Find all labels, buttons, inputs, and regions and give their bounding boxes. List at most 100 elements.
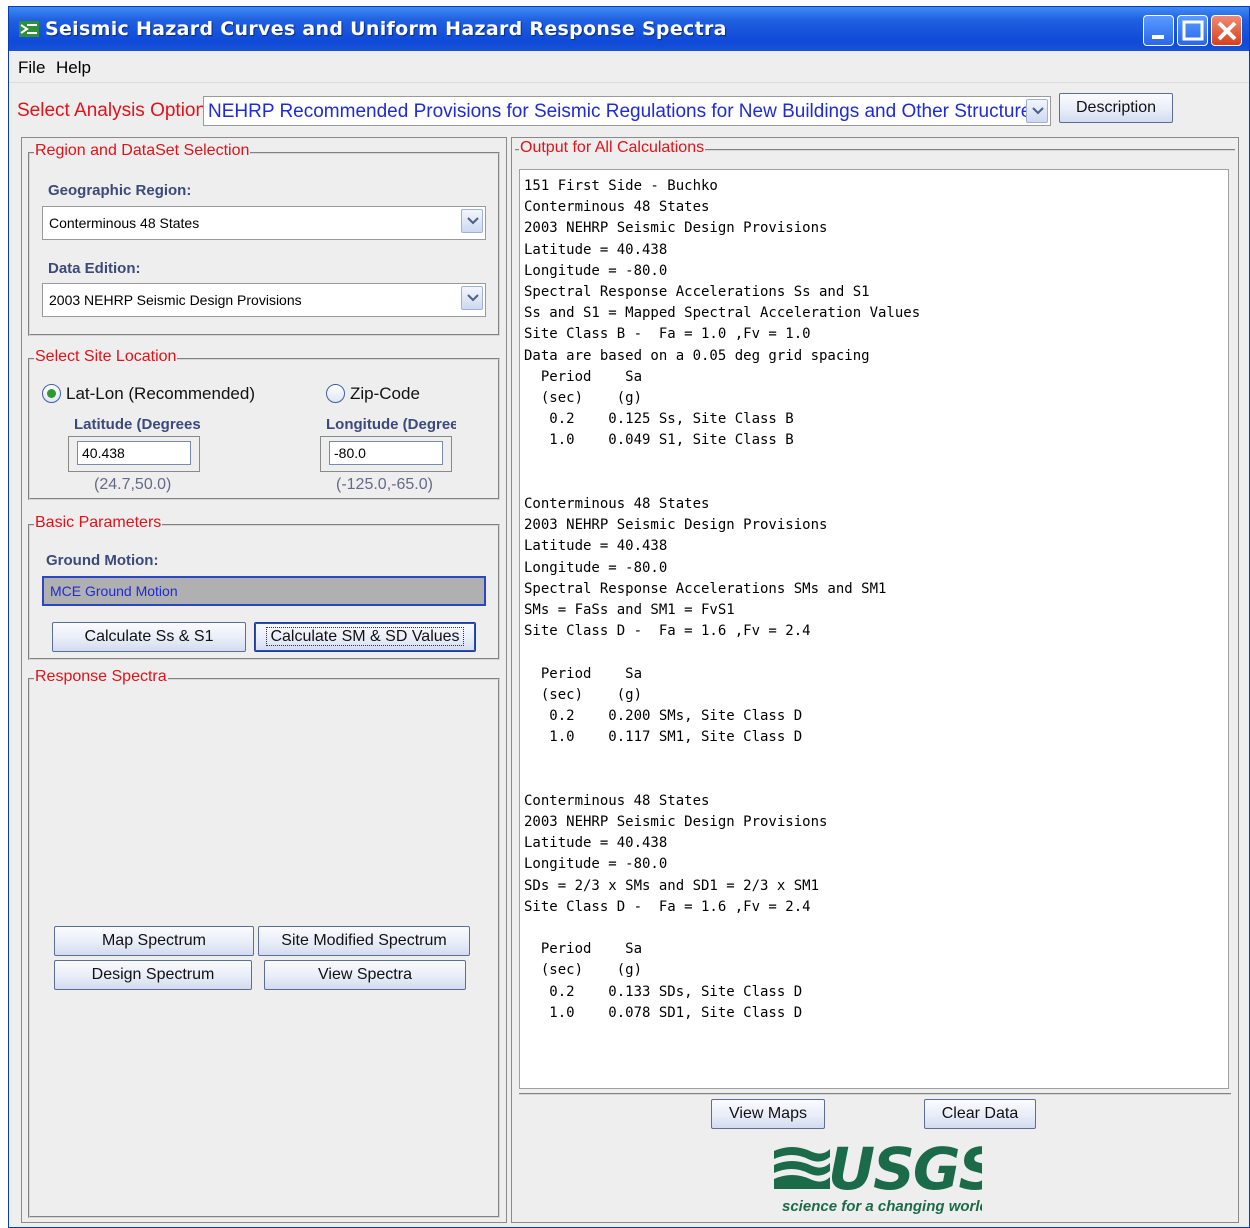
site-modified-spectrum-button[interactable]: Site Modified Spectrum — [258, 926, 470, 956]
title-bar[interactable]: Seismic Hazard Curves and Uniform Hazard… — [9, 7, 1249, 51]
output-line: (sec) (g) — [524, 390, 643, 406]
calculate-sm-sd-button[interactable]: Calculate SM & SD Values — [254, 622, 476, 652]
minimize-button[interactable] — [1143, 15, 1174, 46]
zipcode-radio[interactable] — [326, 384, 345, 403]
output-line: Period Sa — [524, 665, 643, 682]
output-line: Ss and S1 = Mapped Spectral Acceleration… — [524, 305, 921, 322]
output-line: Latitude = 40.438 — [524, 835, 668, 852]
chevron-down-icon — [467, 217, 479, 225]
map-spectrum-label: Map Spectrum — [101, 932, 207, 949]
minimize-icon — [1152, 35, 1164, 39]
map-spectrum-button[interactable]: Map Spectrum — [54, 926, 254, 956]
svg-text:USGS: USGS — [828, 1139, 982, 1203]
maximize-icon — [1182, 20, 1204, 41]
site-location-group: Select Site Location Lat-Lon (Recommende… — [28, 348, 500, 500]
geographic-region-select[interactable]: Conterminous 48 States — [42, 206, 486, 240]
response-spectra-legend: Response Spectra — [34, 668, 168, 686]
calculate-ss-s1-button[interactable]: Calculate Ss & S1 — [52, 622, 246, 652]
longitude-input[interactable]: -80.0 — [329, 441, 443, 465]
analysis-option-label: Select Analysis Option: — [17, 100, 212, 121]
menu-help[interactable]: Help — [56, 58, 91, 78]
output-line: Longitude = -80.0 — [524, 559, 668, 576]
output-line: Spectral Response Accelerations SMs and … — [524, 580, 887, 597]
data-edition-value: 2003 NEHRP Seismic Design Provisions — [49, 292, 302, 308]
output-line: Latitude = 40.438 — [524, 241, 668, 258]
latlon-radio-label[interactable]: Lat-Lon (Recommended) — [66, 384, 255, 404]
latitude-label: Latitude (Degrees — [74, 416, 201, 433]
output-line: SDs = 2/3 x SMs and SD1 = 2/3 x SM1 — [524, 877, 820, 894]
calculate-sm-sd-label: Calculate SM & SD Values — [266, 627, 464, 646]
usgs-logo: USGS science for a changing world — [774, 1139, 982, 1215]
data-edition-select[interactable]: 2003 NEHRP Seismic Design Provisions — [42, 283, 486, 317]
output-line: 151 First Side - Buchko — [524, 178, 718, 194]
close-button[interactable] — [1211, 15, 1242, 46]
output-line: 2003 NEHRP Seismic Design Provisions — [524, 517, 828, 534]
view-maps-label: View Maps — [729, 1105, 807, 1122]
output-line: 2003 NEHRP Seismic Design Provisions — [524, 220, 828, 237]
left-panel: Region and DataSet Selection Geographic … — [21, 137, 507, 1223]
output-divider — [519, 1093, 1231, 1095]
output-text-area[interactable]: 151 First Side - Buchko Conterminous 48 S… — [519, 169, 1229, 1089]
latitude-range: (24.7,50.0) — [94, 476, 172, 493]
output-legend: Output for All Calculations — [519, 139, 706, 157]
zipcode-radio-label[interactable]: Zip-Code — [350, 384, 420, 404]
menu-bar: File Help — [9, 51, 1249, 83]
output-line: Period Sa — [524, 941, 643, 958]
output-line: (sec) (g) — [524, 962, 643, 979]
window-title: Seismic Hazard Curves and Uniform Hazard… — [45, 18, 727, 40]
ground-motion-field[interactable]: MCE Ground Motion — [42, 576, 486, 606]
output-line: 1.0 0.117 SM1, Site Class D — [524, 729, 803, 746]
menu-file[interactable]: File — [18, 58, 45, 78]
output-line: Data are based on a 0.05 deg grid spacin… — [524, 347, 870, 364]
analysis-option-value: NEHRP Recommended Provisions for Seismic… — [208, 101, 1041, 122]
output-line: Latitude = 40.438 — [524, 538, 668, 555]
geographic-region-dropdown[interactable] — [461, 209, 483, 233]
geographic-region-value: Conterminous 48 States — [49, 215, 200, 231]
output-line: Spectral Response Accelerations Ss and S… — [524, 284, 870, 300]
output-line: Longitude = -80.0 — [524, 262, 668, 279]
output-line: 2003 NEHRP Seismic Design Provisions — [524, 814, 828, 830]
analysis-option-select[interactable]: NEHRP Recommended Provisions for Seismic… — [203, 96, 1051, 126]
latitude-frame: 40.438 — [68, 436, 200, 472]
app-icon — [19, 21, 39, 37]
output-line: Conterminous 48 States — [524, 199, 710, 216]
chevron-down-icon — [1032, 107, 1044, 115]
view-spectra-button[interactable]: View Spectra — [264, 960, 466, 990]
output-line: 1.0 0.078 SD1, Site Class D — [524, 1004, 803, 1021]
description-button[interactable]: Description — [1059, 93, 1173, 123]
analysis-dropdown-button[interactable] — [1026, 99, 1048, 123]
calculate-ss-s1-label: Calculate Ss & S1 — [84, 628, 214, 645]
output-line: 0.2 0.200 SMs, Site Class D — [524, 708, 803, 724]
geographic-region-label: Geographic Region: — [48, 182, 192, 199]
output-line: (sec) (g) — [524, 686, 643, 703]
longitude-label: Longitude (Degree — [326, 416, 456, 433]
view-spectra-label: View Spectra — [318, 966, 412, 983]
output-line: 0.2 0.133 SDs, Site Class D — [524, 983, 803, 1000]
site-location-legend: Select Site Location — [34, 348, 178, 366]
output-line: Period Sa — [524, 368, 643, 385]
maximize-button[interactable] — [1177, 15, 1208, 46]
response-spectra-group: Response Spectra Map Spectrum Site Modif… — [28, 668, 500, 1218]
region-dataset-legend: Region and DataSet Selection — [34, 142, 251, 160]
description-button-label: Description — [1075, 99, 1157, 116]
chevron-down-icon — [467, 294, 479, 302]
clear-data-label: Clear Data — [941, 1105, 1019, 1122]
latlon-radio[interactable] — [42, 384, 61, 403]
region-dataset-group: Region and DataSet Selection Geographic … — [28, 142, 500, 336]
output-line: Site Class B - Fa = 1.0 ,Fv = 1.0 — [524, 326, 811, 343]
view-maps-button[interactable]: View Maps — [711, 1099, 825, 1129]
svg-text:science for a changing world: science for a changing world — [782, 1198, 982, 1215]
longitude-range: (-125.0,-65.0) — [336, 476, 433, 493]
longitude-frame: -80.0 — [320, 436, 452, 472]
clear-data-button[interactable]: Clear Data — [924, 1099, 1036, 1129]
design-spectrum-button[interactable]: Design Spectrum — [54, 960, 252, 990]
data-edition-dropdown[interactable] — [461, 286, 483, 310]
site-modified-spectrum-label: Site Modified Spectrum — [281, 932, 447, 949]
basic-parameters-group: Basic Parameters Ground Motion: MCE Grou… — [28, 514, 500, 660]
output-line: Conterminous 48 States — [524, 496, 710, 512]
ground-motion-label: Ground Motion: — [46, 552, 159, 569]
design-spectrum-label: Design Spectrum — [91, 966, 215, 983]
close-icon — [1217, 21, 1237, 41]
output-line: Longitude = -80.0 — [524, 856, 668, 873]
latitude-input[interactable]: 40.438 — [77, 441, 191, 465]
